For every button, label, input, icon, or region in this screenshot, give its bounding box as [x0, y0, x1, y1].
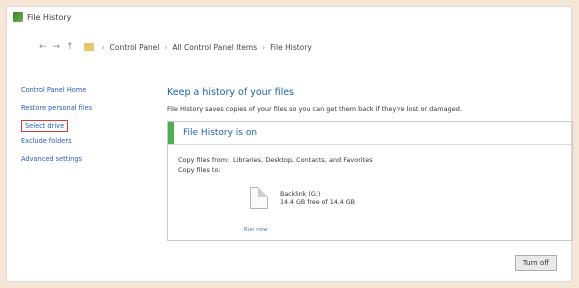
page-description: File History saves copies of your files … [167, 105, 462, 113]
breadcrumb-control-panel[interactable]: Control Panel [110, 43, 160, 52]
status-panel: File History is on Copy files from: Libr… [167, 121, 573, 241]
address-bar[interactable]: ← → ↑ › Control Panel › All Control Pane… [7, 37, 571, 57]
copy-from-label: Copy files from: [178, 156, 230, 164]
sidebar-item-exclude-folders[interactable]: Exclude folders [21, 132, 131, 150]
run-now-link[interactable]: Run now [244, 227, 268, 233]
copy-to-row: Copy files to: [178, 165, 572, 175]
main-content: Keep a history of your files File Histor… [167, 87, 573, 241]
sidebar-item-control-panel-home[interactable]: Control Panel Home [21, 81, 131, 99]
drive-space: 14.4 GB free of 14.4 GB [280, 199, 355, 206]
back-arrow-icon[interactable]: ← [39, 42, 47, 52]
forward-arrow-icon[interactable]: → [53, 42, 61, 52]
breadcrumb-all-items[interactable]: All Control Panel Items [172, 43, 257, 52]
backup-drive: Backlink (G:) 14.4 GB free of 14.4 GB [250, 187, 355, 209]
breadcrumb-file-history[interactable]: File History [270, 43, 312, 52]
drive-info: Backlink (G:) 14.4 GB free of 14.4 GB [280, 191, 355, 207]
breadcrumb-separator-icon: › [164, 42, 168, 52]
control-panel-folder-icon [83, 43, 94, 51]
breadcrumb-separator-icon: › [262, 42, 266, 52]
breadcrumb-separator-icon: › [101, 42, 105, 52]
window-title: File History [27, 12, 72, 22]
copy-from-value: Libraries, Desktop, Contacts, and Favori… [233, 156, 373, 164]
status-body: Copy files from: Libraries, Desktop, Con… [168, 145, 572, 240]
up-arrow-icon[interactable]: ↑ [66, 42, 74, 52]
status-text: File History is on [183, 128, 258, 138]
title-bar: File History [7, 7, 571, 27]
sidebar-item-advanced-settings[interactable]: Advanced settings [21, 150, 131, 168]
status-header: File History is on [168, 122, 572, 145]
left-navigation: Control Panel Home Restore personal file… [21, 81, 131, 168]
copy-to-label: Copy files to: [178, 166, 221, 174]
drive-icon [250, 187, 268, 209]
file-history-icon [13, 12, 23, 22]
sidebar-item-restore-personal-files[interactable]: Restore personal files [21, 99, 131, 117]
drive-name: Backlink (G:) [280, 191, 321, 198]
page-title: Keep a history of your files [167, 87, 295, 98]
copy-from-row: Copy files from: Libraries, Desktop, Con… [178, 155, 572, 165]
sidebar-item-select-drive[interactable]: Select drive [21, 120, 69, 132]
file-history-window: File History ← → ↑ › Control Panel › All… [6, 6, 573, 282]
status-indicator [168, 122, 174, 144]
turn-off-button[interactable]: Turn off [515, 255, 557, 271]
